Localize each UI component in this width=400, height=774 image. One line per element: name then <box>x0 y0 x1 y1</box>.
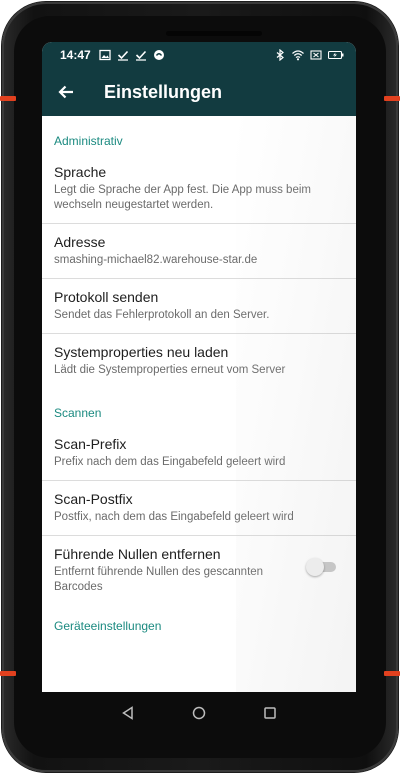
status-bar: 14:47 <box>42 42 356 68</box>
pref-summary: Entfernt führende Nullen des gescannten … <box>54 566 264 593</box>
status-left-icons <box>99 49 165 61</box>
no-sim-icon <box>310 50 322 60</box>
pref-title: Protokoll senden <box>54 289 159 305</box>
pref-sprache[interactable]: Sprache Legt die Sprache der App fest. D… <box>42 154 356 224</box>
pref-title: Systemproperties neu laden <box>54 344 229 360</box>
section-header-administrativ: Administrativ <box>54 134 123 148</box>
settings-list: Administrativ Sprache Legt die Sprache d… <box>42 116 356 692</box>
section-header-scannen: Scannen <box>54 406 102 420</box>
leading-zeros-switch[interactable] <box>306 558 336 576</box>
pref-summary: Sendet das Fehlerprotokoll an den Server… <box>54 309 270 321</box>
pref-title: Scan-Postfix <box>54 491 133 507</box>
back-triangle-icon <box>121 706 133 720</box>
pref-fuehrende-nullen[interactable]: Führende Nullen entfernen Entfernt führe… <box>42 536 356 605</box>
arrow-back-icon <box>58 85 73 99</box>
back-button[interactable] <box>42 68 90 116</box>
pref-title: Führende Nullen entfernen <box>54 546 221 562</box>
pref-protokoll-senden[interactable]: Protokoll senden Sendet das Fehlerprotok… <box>42 279 356 334</box>
pref-adresse[interactable]: Adresse smashing-michael82.warehouse-sta… <box>42 224 356 279</box>
pref-title: Sprache <box>54 164 107 180</box>
device-accent-left-bottom <box>0 671 16 676</box>
image-icon <box>99 49 111 61</box>
pref-summary: Postfix, nach dem das Eingabefeld geleer… <box>54 511 294 523</box>
nav-home-button[interactable] <box>189 703 209 723</box>
check-icon <box>135 50 146 61</box>
sync-icon <box>153 50 164 60</box>
bluetooth-icon <box>276 49 284 61</box>
page-title: Einstellungen <box>104 81 223 102</box>
home-circle-icon <box>192 706 206 720</box>
pref-systemproperties[interactable]: Systemproperties neu laden Lädt die Syst… <box>42 334 356 388</box>
recents-square-icon <box>264 707 277 719</box>
pref-summary: Legt die Sprache der App fest. Die App m… <box>54 184 311 211</box>
section-header-geraeteeinstellungen: Geräteeinstellungen <box>54 619 162 633</box>
pref-title: Scan-Prefix <box>54 436 127 452</box>
switch-thumb <box>306 558 324 576</box>
pref-summary: Prefix nach dem das Eingabefeld geleert … <box>54 456 286 468</box>
battery-charging-icon <box>328 50 344 60</box>
device-accent-left-top <box>0 96 16 101</box>
nav-recents-button[interactable] <box>260 703 280 723</box>
check-icon <box>117 50 128 61</box>
status-time: 14:47 <box>60 48 91 62</box>
pref-title: Adresse <box>54 234 106 250</box>
pref-scan-prefix[interactable]: Scan-Prefix Prefix nach dem das Eingabef… <box>42 426 356 481</box>
device-accent-right-top <box>384 96 400 101</box>
app-bar: Einstellungen <box>42 68 356 116</box>
nav-back-button[interactable] <box>118 703 138 723</box>
app-screen: 14:47 Einstellungen Administrativ Sprach… <box>42 42 356 692</box>
system-nav-bar <box>42 692 356 734</box>
pref-summary: Lädt die Systemproperties erneut vom Ser… <box>54 364 286 376</box>
pref-summary: smashing-michael82.warehouse-star.de <box>54 254 258 266</box>
device-accent-right-bottom <box>384 671 400 676</box>
speaker-grille <box>166 31 262 36</box>
pref-scan-postfix[interactable]: Scan-Postfix Postfix, nach dem das Einga… <box>42 481 356 536</box>
status-right-icons <box>274 49 344 61</box>
wifi-icon <box>292 50 304 61</box>
